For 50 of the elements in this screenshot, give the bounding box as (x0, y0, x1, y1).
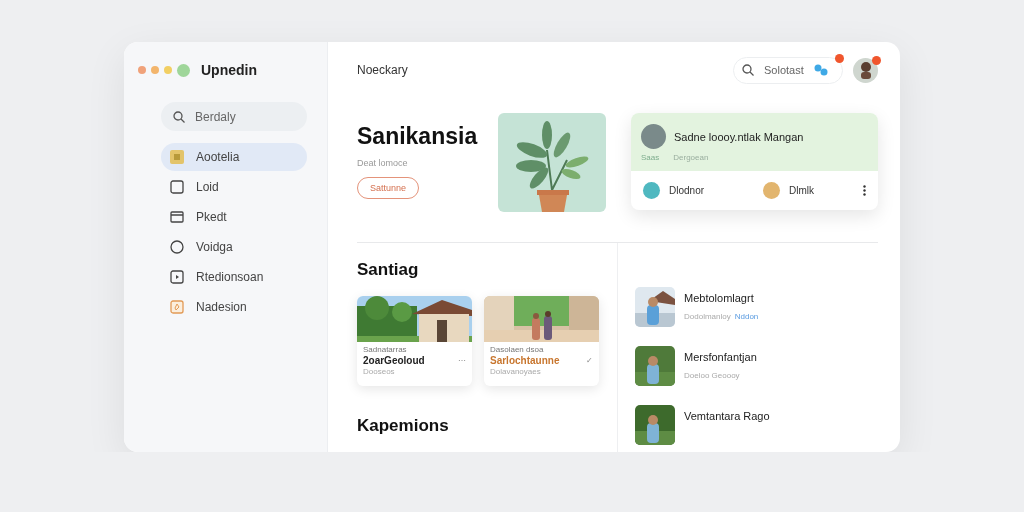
card-overline: Dasolaen dsoa (490, 345, 545, 355)
section-title: Santiag (357, 260, 420, 280)
card-meta: Dergoean (673, 153, 709, 162)
sidebar-item[interactable]: Aootelia (161, 143, 307, 171)
action-button[interactable]: Sattunne (357, 177, 420, 199)
notification-badge (835, 53, 844, 63)
mail-icon (170, 211, 184, 223)
card-mark: ⋯ (458, 355, 466, 366)
list-title: Mersfonfantjan (684, 351, 757, 363)
more-icon[interactable] (863, 185, 866, 196)
hero-title: Sanikansia (357, 123, 478, 150)
user-avatar (641, 124, 666, 149)
grid-icon (170, 150, 184, 164)
square-icon (170, 180, 184, 194)
search-field[interactable]: Berdaly (161, 102, 307, 131)
action-label[interactable]: Dlmlk (789, 185, 814, 196)
card-overline: Sadnatarras (363, 345, 408, 355)
card-title: 2oarGeoloud (363, 354, 425, 367)
notification-badge (872, 55, 881, 65)
tag-icon (170, 300, 184, 314)
window-control-icon[interactable] (177, 63, 190, 77)
card-subtitle: Dooseos (363, 366, 396, 377)
list-subtitle: Dodolmanloy (684, 312, 731, 321)
list-subtitle: Doeloo Geoooy (684, 371, 740, 380)
sidebar-item[interactable]: Voidga (161, 233, 307, 261)
page-title: Noeckary (357, 63, 408, 77)
action-label[interactable]: Dlodnor (669, 185, 705, 196)
sidebar-item[interactable]: Nadesion (161, 293, 307, 321)
place-card[interactable]: Sadnatarras 2oarGeoloud ⋯ Dooseos (357, 296, 472, 386)
card-mark: ✓ (586, 355, 593, 366)
card-title: Sarlochtaunne (490, 354, 560, 367)
share-icon[interactable] (813, 63, 828, 77)
sidebar-item[interactable]: Rtedionsoan (161, 263, 307, 291)
play-icon (170, 270, 184, 284)
circle-icon (170, 240, 184, 254)
search-icon (742, 64, 754, 76)
user-avatar[interactable] (853, 57, 878, 83)
app-title: Upnedin (201, 62, 257, 78)
section-title: Kapemions (357, 416, 450, 436)
sidebar-item[interactable]: Loid (161, 173, 307, 201)
person-icon (858, 61, 873, 79)
sidebar-item[interactable]: Pkedt (161, 203, 307, 231)
card-subtitle: Dolavanoyaes (490, 366, 542, 377)
card-title: Sadne loooy.ntlak Mangan (674, 130, 804, 143)
hero-subtitle: Deat lomoce (357, 158, 408, 168)
search-icon (173, 110, 185, 123)
list-title: Vemtantara Rago (684, 410, 770, 422)
list-title: Mebtolomlagrt (684, 292, 755, 304)
card-tag: Saas (641, 153, 660, 162)
place-card[interactable]: Dasolaen dsoa Sarlochtaunne ✓ Dolavanoyaes (484, 296, 599, 386)
